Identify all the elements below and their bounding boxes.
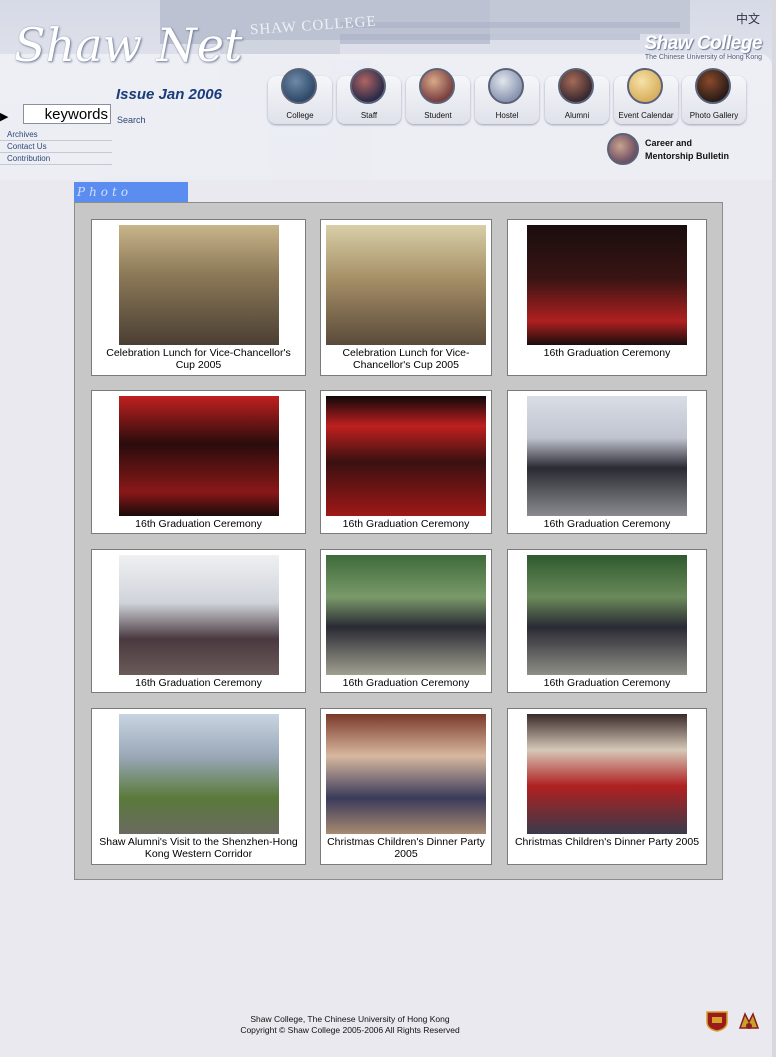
side-links: Archives Contact Us Contribution [0, 129, 112, 165]
footer-copyright: Copyright © Shaw College 2005-2006 All R… [240, 1025, 460, 1035]
language-link[interactable]: 中文 [736, 10, 760, 27]
career-icon [607, 133, 639, 165]
gallery-caption[interactable]: 16th Graduation Ceremony [325, 518, 487, 530]
nav-photo-gallery[interactable]: Photo Gallery [682, 68, 746, 124]
gallery-card[interactable]: Christmas Children's Dinner Party 2005 [320, 708, 492, 865]
event-calendar-icon [627, 68, 663, 104]
gallery-photo[interactable] [118, 555, 279, 675]
gallery-card[interactable]: 16th Graduation Ceremony [91, 549, 306, 693]
contact-us-link[interactable]: Contact Us [0, 141, 112, 153]
nav-student[interactable]: Student [406, 68, 470, 124]
gallery-card[interactable]: Celebration Lunch for Vice-Chancellor's … [320, 219, 492, 376]
gallery-title: Photo gallery [74, 182, 188, 219]
gallery-caption[interactable]: 16th Graduation Ceremony [325, 677, 487, 689]
gallery-photo[interactable] [527, 396, 687, 516]
nav-label: College [286, 111, 314, 120]
university-name: The Chinese University of Hong Kong [644, 54, 762, 61]
university-seal-icon[interactable] [737, 1010, 761, 1032]
footer-line1: Shaw College, The Chinese University of … [250, 1014, 450, 1024]
gallery-card[interactable]: 16th Graduation Ceremony [320, 390, 492, 534]
gallery-caption[interactable]: 16th Graduation Ceremony [96, 677, 301, 689]
site-logo[interactable]: Shaw Net [14, 18, 243, 72]
window-row [340, 22, 680, 28]
nav-hostel[interactable]: Hostel [475, 68, 539, 124]
arrow-right-icon: ▶ [0, 111, 9, 123]
hostel-icon [488, 68, 524, 104]
archives-link[interactable]: Archives [0, 129, 112, 141]
college-name: Shaw College [644, 33, 762, 54]
gallery-photo[interactable] [527, 555, 687, 675]
search-input[interactable] [23, 104, 111, 124]
staff-icon [350, 68, 386, 104]
nav-label: Photo Gallery [689, 111, 739, 120]
nav-college[interactable]: College [268, 68, 332, 124]
gallery-photo[interactable] [527, 225, 687, 345]
gallery-caption[interactable]: Christmas Children's Dinner Party 2005 [325, 836, 487, 860]
gallery-card[interactable]: Celebration Lunch for Vice-Chancellor's … [91, 219, 306, 376]
nav-alumni[interactable]: Alumni [545, 68, 609, 124]
nav-label: Student [424, 111, 452, 120]
gallery-photo[interactable] [326, 396, 486, 516]
building-photo [490, 0, 690, 34]
header: SHAW COLLEGE Shaw Net 中文 Shaw College Th… [0, 0, 776, 180]
gallery-caption[interactable]: Shaw Alumni's Visit to the Shenzhen-Hong… [96, 836, 301, 860]
gallery-card[interactable]: 16th Graduation Ceremony [507, 390, 707, 534]
contribution-link[interactable]: Contribution [0, 153, 112, 165]
gallery-photo[interactable] [326, 225, 486, 345]
nav-staff[interactable]: Staff [337, 68, 401, 124]
nav-label: Alumni [564, 111, 590, 120]
career-label: Career and Mentorship Bulletin [645, 137, 729, 163]
nav-label: Hostel [495, 111, 519, 120]
gallery-photo[interactable] [527, 714, 687, 834]
gallery-card[interactable]: 16th Graduation Ceremony [507, 219, 707, 376]
nav-label: Staff [360, 111, 378, 120]
gallery-card[interactable]: Christmas Children's Dinner Party 2005 [507, 708, 707, 865]
search-button[interactable]: Search [117, 115, 146, 125]
career-label-line1: Career and [645, 138, 693, 148]
window-row [340, 34, 640, 40]
college-icon [281, 68, 317, 104]
career-label-line2: Mentorship Bulletin [645, 151, 729, 161]
gallery-photo[interactable] [326, 714, 486, 834]
student-icon [419, 68, 455, 104]
gallery-caption[interactable]: Celebration Lunch for Vice-Chancellor's … [325, 347, 487, 371]
gallery-caption[interactable]: 16th Graduation Ceremony [512, 518, 702, 530]
gallery-caption[interactable]: 16th Graduation Ceremony [512, 677, 702, 689]
alumni-icon [558, 68, 594, 104]
gallery-photo[interactable] [326, 555, 486, 675]
nav-label: Event Calendar [618, 111, 674, 120]
photo-gallery: Celebration Lunch for Vice-Chancellor's … [74, 202, 723, 880]
gallery-caption[interactable]: 16th Graduation Ceremony [512, 347, 702, 359]
gallery-card[interactable]: 16th Graduation Ceremony [91, 390, 306, 534]
college-seal-icon[interactable] [705, 1010, 729, 1032]
gallery-photo[interactable] [118, 714, 279, 834]
college-logo[interactable]: Shaw College The Chinese University of H… [644, 33, 762, 61]
gallery-caption[interactable]: 16th Graduation Ceremony [96, 518, 301, 530]
gallery-caption[interactable]: Christmas Children's Dinner Party 2005 [512, 836, 702, 848]
gallery-caption[interactable]: Celebration Lunch for Vice-Chancellor's … [96, 347, 301, 371]
gallery-card[interactable]: 16th Graduation Ceremony [507, 549, 707, 693]
issue-title: Issue Jan 2006 [116, 86, 222, 103]
gallery-photo[interactable] [118, 225, 279, 345]
gallery-card[interactable]: 16th Graduation Ceremony [320, 549, 492, 693]
photo-gallery-icon [695, 68, 731, 104]
nav-event-calendar[interactable]: Event Calendar [614, 68, 678, 124]
gallery-card[interactable]: Shaw Alumni's Visit to the Shenzhen-Hong… [91, 708, 306, 865]
gallery-photo[interactable] [118, 396, 279, 516]
footer: Shaw College, The Chinese University of … [180, 1014, 520, 1036]
career-mentorship-link[interactable]: Career and Mentorship Bulletin [607, 132, 747, 166]
page-edge [772, 0, 776, 1057]
